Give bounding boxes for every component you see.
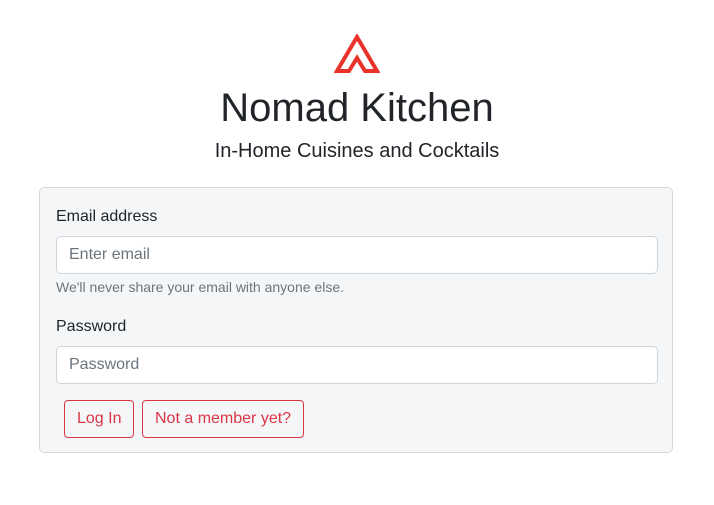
brand-subtitle: In-Home Cuisines and Cocktails (214, 140, 500, 162)
login-form: Email address We'll never share your ema… (39, 187, 673, 453)
password-field[interactable] (56, 346, 658, 384)
signup-button[interactable]: Not a member yet? (142, 400, 305, 438)
nomad-tent-logo-icon (334, 34, 380, 73)
email-label: Email address (56, 208, 158, 225)
login-page: Nomad Kitchen In-Home Cuisines and Cockt… (0, 0, 714, 505)
password-label: Password (56, 318, 127, 335)
email-field[interactable] (56, 236, 658, 274)
brand-title: Nomad Kitchen (220, 86, 494, 130)
login-button[interactable]: Log In (64, 400, 135, 438)
email-help-text: We'll never share your email with anyone… (56, 279, 344, 295)
